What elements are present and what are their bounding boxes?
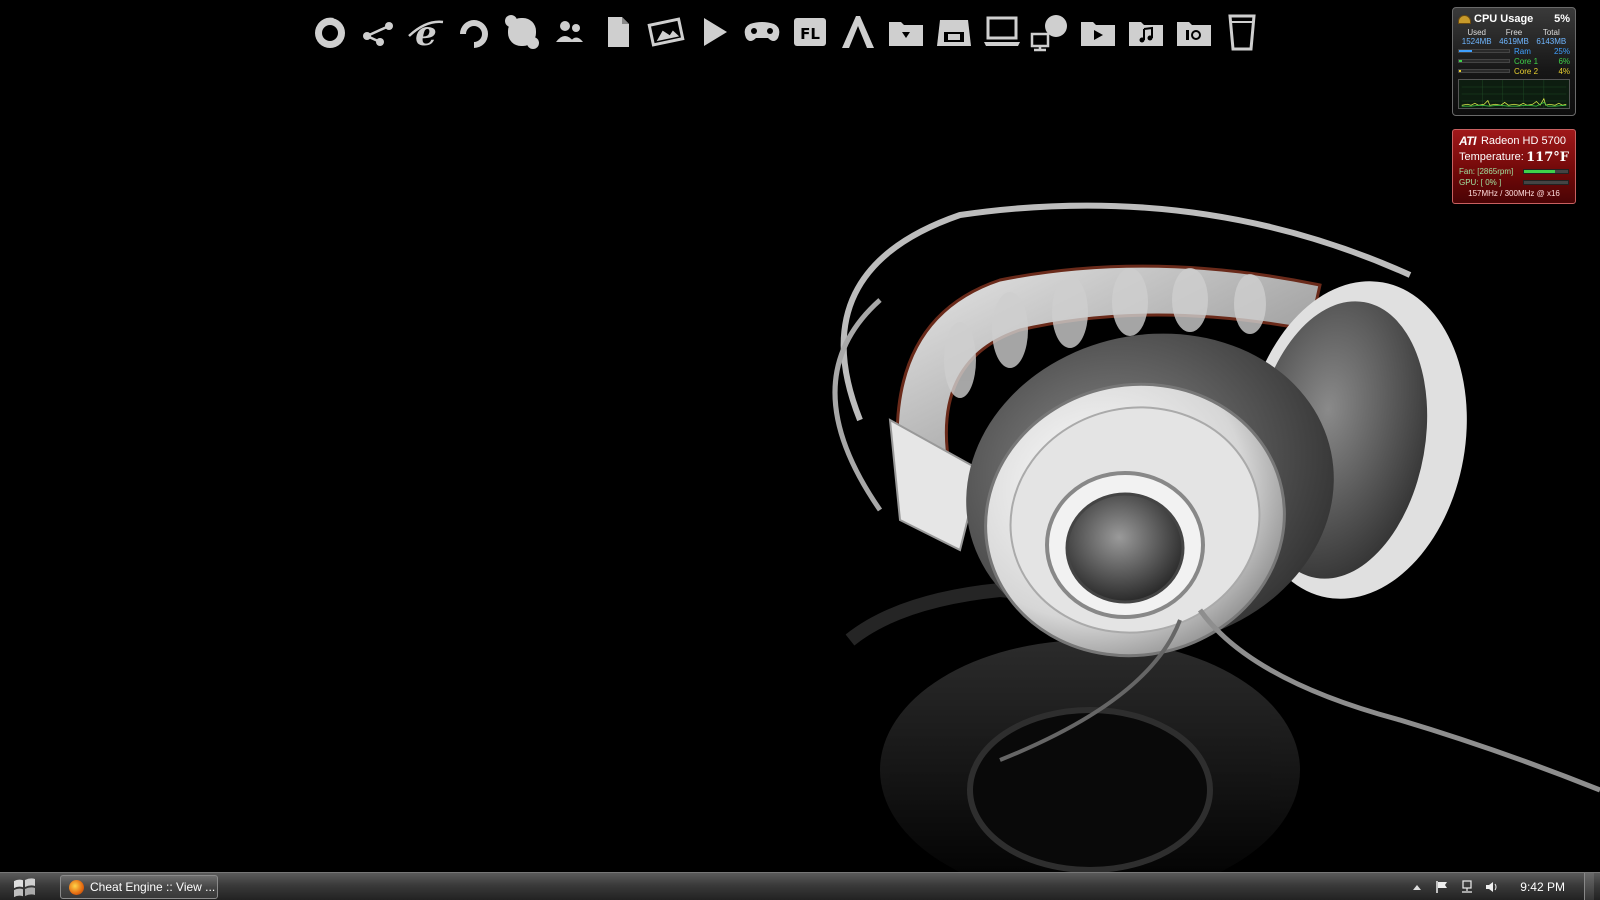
- mem-value-free: 4619MB: [1499, 37, 1529, 46]
- firefox-icon[interactable]: [308, 10, 352, 54]
- meter-row: Core 1 6%: [1458, 56, 1570, 66]
- gpu-model: Radeon HD 5700: [1480, 134, 1566, 147]
- firefox-icon: [69, 879, 84, 895]
- cpu-total-percent: 5%: [1554, 13, 1570, 25]
- mem-header-used: Used: [1467, 28, 1486, 37]
- network-icon[interactable]: [1028, 10, 1072, 54]
- system-tray: 9:42 PM: [1410, 873, 1594, 900]
- volume-icon[interactable]: [1485, 880, 1499, 894]
- action-center-flag-icon[interactable]: [1435, 880, 1449, 894]
- taskbar: Cheat Engine :: View ... 9:42 PM: [0, 872, 1600, 900]
- play-icon[interactable]: [692, 10, 736, 54]
- show-desktop-button[interactable]: [1584, 873, 1594, 900]
- gpu-load-meter: [1523, 180, 1569, 185]
- gpu-load-label: GPU: [ 0% ]: [1459, 178, 1502, 187]
- fl-studio-label: FL: [800, 25, 820, 43]
- taskbar-button-label: Cheat Engine :: View ...: [90, 880, 216, 894]
- taskbar-clock[interactable]: 9:42 PM: [1520, 880, 1565, 894]
- meter-label: Core 2: [1514, 66, 1539, 76]
- game-controller-icon[interactable]: [740, 10, 784, 54]
- pictures-folder-icon[interactable]: [1172, 10, 1216, 54]
- meter-percent: 6%: [1558, 56, 1570, 66]
- opera-icon[interactable]: [452, 10, 496, 54]
- meter-row: Ram 25%: [1458, 46, 1570, 56]
- downloads-folder-icon[interactable]: [884, 10, 928, 54]
- meter-row: Core 2 4%: [1458, 66, 1570, 76]
- taskbar-button-firefox[interactable]: Cheat Engine :: View ...: [60, 875, 218, 899]
- internet-explorer-icon[interactable]: e: [404, 10, 448, 54]
- desktop-wallpaper: [832, 202, 1600, 872]
- cpu-gadget-title: CPU Usage: [1474, 13, 1534, 25]
- usage-meter: [1458, 49, 1510, 53]
- usage-meter: [1458, 59, 1510, 63]
- ati-logo: ATI: [1459, 133, 1476, 148]
- meter-label: Ram: [1514, 46, 1531, 56]
- network-share-icon[interactable]: [356, 10, 400, 54]
- recycle-bin-icon[interactable]: [1220, 10, 1264, 54]
- videos-folder-icon[interactable]: [1076, 10, 1120, 54]
- gpu-clock: 157MHz / 300MHz @ x16: [1468, 189, 1560, 198]
- gauge-icon: [1458, 14, 1471, 24]
- temperature-value: 117°F: [1526, 149, 1569, 165]
- drive-icon[interactable]: [932, 10, 976, 54]
- application-dock: e FL: [308, 8, 1264, 56]
- cpu-history-graph: [1458, 79, 1570, 109]
- fan-label: Fan: [2865rpm]: [1459, 167, 1514, 176]
- fan-meter: [1523, 169, 1569, 174]
- music-folder-icon[interactable]: [1124, 10, 1168, 54]
- usage-meter: [1458, 69, 1510, 73]
- cpu-meters: Ram 25% Core 1 6% Core 2 4%: [1458, 46, 1570, 76]
- meter-percent: 25%: [1553, 46, 1570, 56]
- show-hidden-icons-icon[interactable]: [1410, 880, 1424, 894]
- skype-icon[interactable]: [500, 10, 544, 54]
- network-icon[interactable]: [1460, 880, 1474, 894]
- mem-header-total: Total: [1542, 28, 1560, 37]
- temperature-label: Temperature:: [1459, 151, 1524, 163]
- gpu-monitor-gadget[interactable]: ATI Radeon HD 5700 Temperature: 117°F Fa…: [1452, 129, 1576, 204]
- meter-label: Core 1: [1514, 56, 1539, 66]
- document-icon[interactable]: [596, 10, 640, 54]
- text-editor-icon[interactable]: [836, 10, 880, 54]
- meter-percent: 4%: [1558, 66, 1570, 76]
- start-button[interactable]: [6, 873, 44, 900]
- mem-value-total: 6143MB: [1536, 37, 1567, 46]
- windows-logo-icon: [14, 878, 35, 898]
- fl-studio-icon[interactable]: FL: [788, 10, 832, 54]
- users-icon[interactable]: [548, 10, 592, 54]
- photo-icon[interactable]: [644, 10, 688, 54]
- mem-value-used: 1524MB: [1461, 37, 1492, 46]
- computer-icon[interactable]: [980, 10, 1024, 54]
- svg-text:e: e: [415, 14, 437, 52]
- cpu-usage-gadget[interactable]: CPU Usage 5% Used Free Total 1524MB 4619…: [1452, 7, 1576, 116]
- mem-header-free: Free: [1505, 28, 1523, 37]
